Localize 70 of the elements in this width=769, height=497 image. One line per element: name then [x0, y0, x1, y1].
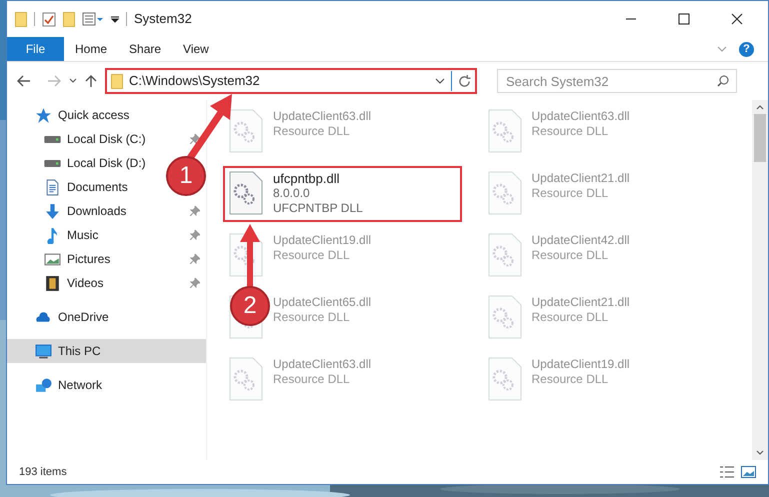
window-title: System32 — [134, 10, 192, 28]
network-icon — [35, 376, 52, 394]
search-icon[interactable] — [717, 75, 729, 87]
pin-icon[interactable] — [190, 254, 200, 264]
dll-file-icon — [488, 233, 522, 277]
properties-icon[interactable] — [82, 12, 104, 26]
dropdown-caret-icon[interactable] — [111, 15, 119, 23]
dll-file-icon — [488, 109, 522, 153]
file-detail: UFCPNTBP DLL — [273, 201, 363, 216]
annotation-arrow — [238, 224, 262, 288]
document-icon — [44, 178, 61, 196]
sidebar-item[interactable]: Videos — [44, 274, 104, 292]
file-detail: Resource DLL — [532, 124, 610, 139]
item-count: 193 items — [19, 464, 67, 480]
search-field[interactable]: Search System32 — [497, 69, 737, 93]
thumbnail-view-icon[interactable] — [741, 466, 756, 478]
sidebar-item[interactable]: Downloads — [44, 202, 126, 220]
details-view-icon[interactable] — [719, 466, 735, 478]
refresh-icon[interactable] — [458, 74, 471, 88]
file-detail: Resource DLL — [532, 248, 610, 263]
dll-file-icon — [488, 295, 522, 339]
scroll-thumb[interactable] — [754, 114, 766, 162]
up-arrow-icon[interactable] — [85, 74, 97, 88]
sidebar-item[interactable]: OneDrive — [7, 305, 206, 329]
pin-icon[interactable] — [190, 134, 200, 144]
dll-file-icon — [229, 357, 263, 401]
ribbon-tab[interactable]: Share — [118, 37, 172, 61]
drive-icon — [44, 136, 61, 142]
dll-file-icon — [229, 171, 263, 215]
ribbon-tab[interactable]: Home — [64, 37, 118, 61]
film-icon — [44, 274, 61, 292]
dll-file-icon — [488, 357, 522, 401]
file-detail: Resource DLL — [273, 310, 351, 325]
sidebar-item[interactable]: Documents — [44, 178, 128, 196]
chevron-down-icon[interactable] — [435, 77, 445, 85]
back-arrow-icon[interactable] — [17, 75, 31, 87]
dll-file-icon — [229, 109, 263, 153]
file-detail: Resource DLL — [532, 372, 610, 387]
dll-file-icon — [488, 171, 522, 215]
drive-icon — [44, 160, 61, 166]
monitor-icon — [35, 342, 52, 360]
address-bar[interactable]: C:\Windows\System32 — [105, 68, 477, 94]
help-button[interactable]: ? — [739, 42, 754, 56]
pin-icon[interactable] — [190, 230, 200, 240]
file-detail: Resource DLL — [532, 310, 610, 325]
file-detail: 8.0.0.0 — [273, 186, 311, 201]
ribbon-tab[interactable]: View — [172, 37, 220, 61]
sidebar-item[interactable]: Music — [44, 226, 98, 244]
checklist-icon[interactable] — [42, 12, 56, 26]
sidebar-item[interactable]: Quick access — [7, 103, 206, 127]
picture-icon — [44, 250, 61, 268]
file-detail: Resource DLL — [273, 124, 351, 139]
file-tab[interactable]: File — [7, 37, 64, 61]
file-detail: Resource DLL — [273, 372, 351, 387]
chevron-down-icon[interactable] — [69, 78, 77, 84]
sidebar-item[interactable]: Local Disk (D:) — [44, 154, 146, 172]
star-icon — [35, 106, 52, 124]
file-detail: Resource DLL — [532, 186, 610, 201]
sidebar-item[interactable]: Local Disk (C:) — [44, 130, 146, 148]
download-arrow-icon — [44, 202, 61, 220]
sidebar-item[interactable]: This PC — [7, 339, 206, 363]
sidebar-item[interactable]: Network — [7, 373, 206, 397]
pin-icon[interactable] — [190, 206, 200, 216]
file-name[interactable]: ufcpntbp.dll — [273, 171, 363, 186]
scrollbar[interactable] — [752, 100, 768, 460]
folder-icon — [111, 74, 123, 88]
file-detail: Resource DLL — [273, 248, 351, 263]
address-path: C:\Windows\System32 — [129, 72, 261, 90]
sidebar-item[interactable]: Pictures — [44, 250, 110, 268]
pin-icon[interactable] — [190, 278, 200, 288]
